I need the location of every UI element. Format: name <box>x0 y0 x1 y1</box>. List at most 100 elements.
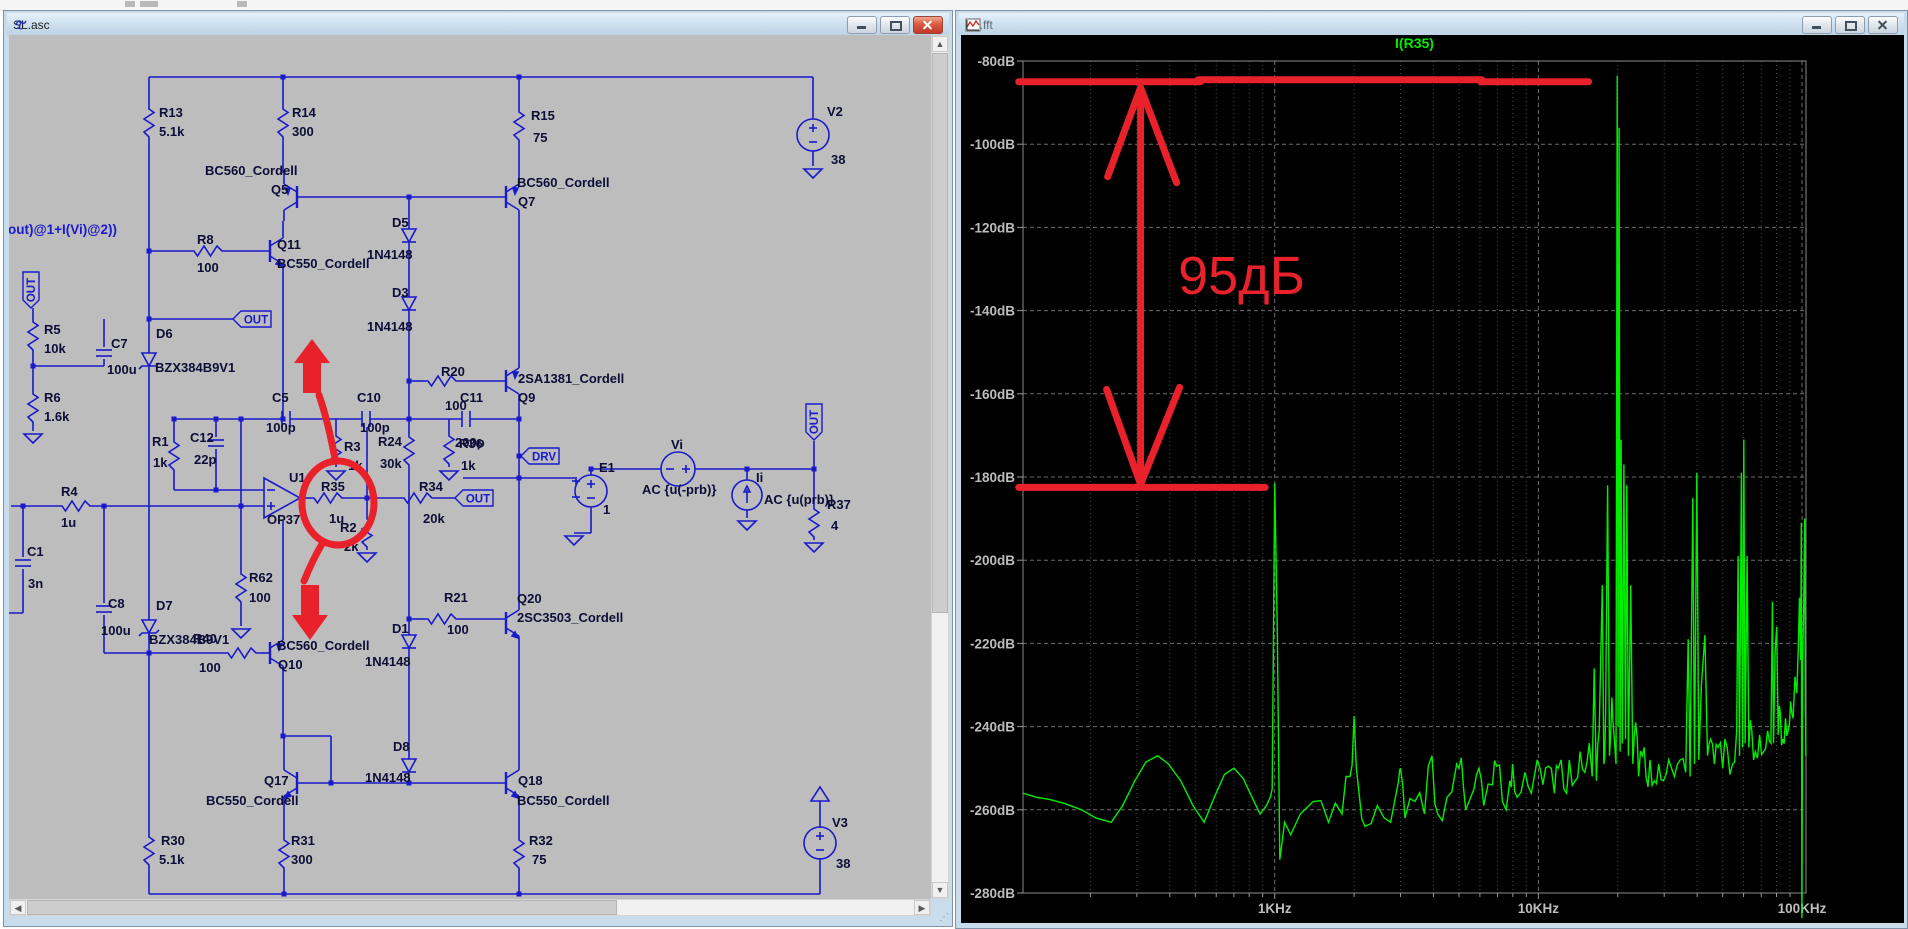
svg-text:C10: C10 <box>357 390 381 405</box>
toolbar-fragment <box>125 1 135 7</box>
svg-text:1u: 1u <box>61 515 76 530</box>
svg-text:AC {u(prb)}: AC {u(prb)} <box>764 492 834 507</box>
svg-text:AC {u(-prb)}: AC {u(-prb)} <box>642 482 716 497</box>
svg-text:R35: R35 <box>321 479 345 494</box>
svg-text:BC550_Cordell: BC550_Cordell <box>277 256 369 271</box>
svg-text:-80dB: -80dB <box>977 54 1015 69</box>
svg-text:1k: 1k <box>461 458 476 473</box>
svg-text:1KHz: 1KHz <box>1258 901 1292 916</box>
svg-text:Q11: Q11 <box>277 237 301 252</box>
desktop: { "left_window": { "title": "SL.asc", "s… <box>0 0 1908 929</box>
svg-text:Q5: Q5 <box>271 182 288 197</box>
net-flags: OUT OUT DRV OUT OUT <box>22 271 823 507</box>
hscroll-thumb[interactable] <box>27 900 617 915</box>
schematic-hscrollbar[interactable]: ◀ ▶ <box>9 899 931 916</box>
svg-text:R1: R1 <box>152 434 169 449</box>
vscroll-thumb[interactable] <box>932 53 948 613</box>
maximize-button[interactable] <box>880 16 910 34</box>
svg-text:Q9: Q9 <box>518 390 535 405</box>
svg-text:R31: R31 <box>291 833 315 848</box>
svg-text:C1: C1 <box>27 544 44 559</box>
svg-text:Q17: Q17 <box>264 773 289 788</box>
svg-text:3n: 3n <box>28 576 43 591</box>
svg-text:1N4148: 1N4148 <box>365 770 411 785</box>
svg-text:Vi: Vi <box>671 437 683 452</box>
svg-text:C7: C7 <box>111 336 128 351</box>
svg-text:Q7: Q7 <box>518 194 535 209</box>
svg-text:1N4148: 1N4148 <box>367 247 413 262</box>
trace-name[interactable]: I(R35) <box>1395 35 1434 51</box>
svg-text:DRV: DRV <box>532 452 556 464</box>
schematic-vscrollbar[interactable]: ▲ ▼ <box>931 35 949 899</box>
svg-text:-160dB: -160dB <box>970 387 1015 402</box>
svg-text:OUT: OUT <box>466 494 490 506</box>
close-button[interactable] <box>1868 16 1898 34</box>
svg-text:V3: V3 <box>832 815 848 830</box>
svg-text:100: 100 <box>197 260 219 275</box>
svg-text:D3: D3 <box>392 285 409 300</box>
svg-text:R30: R30 <box>161 833 185 848</box>
schematic-canvas-area[interactable]: OUT OUT DRV OUT OUT R13 5.1k R14 300 R15 75 V2 38 BC5… <box>9 35 931 899</box>
minimize-button[interactable] <box>847 16 877 34</box>
svg-text:R32: R32 <box>529 833 553 848</box>
svg-text:R40: R40 <box>193 631 217 646</box>
svg-text:OUT: OUT <box>26 278 38 302</box>
schematic-window: SL.asc OUT OUT DRV OUT OUT R13 5.1k R14 300 R15 75… <box>3 10 953 927</box>
schematic-canvas[interactable]: OUTOUTDRVOUTOUTR135.1kR14300R1575V238BC5… <box>9 35 931 899</box>
svg-text:E1: E1 <box>599 460 615 475</box>
fft-window-icon <box>965 18 981 31</box>
svg-text:75: 75 <box>533 130 547 145</box>
resize-grip[interactable]: ⋰ <box>939 913 949 923</box>
scroll-right-icon[interactable]: ▶ <box>914 900 930 915</box>
svg-text:BZX384B9V1: BZX384B9V1 <box>155 360 235 375</box>
svg-text:100: 100 <box>199 660 221 675</box>
svg-text:R14: R14 <box>292 105 317 120</box>
minimize-button[interactable] <box>1802 16 1832 34</box>
svg-text:D8: D8 <box>393 739 410 754</box>
svg-text:BC550_Cordell: BC550_Cordell <box>517 793 609 808</box>
svg-text:-280dB: -280dB <box>970 886 1015 901</box>
scroll-up-icon[interactable]: ▲ <box>932 36 948 52</box>
svg-text:1k: 1k <box>153 455 168 470</box>
scroll-down-icon[interactable]: ▼ <box>932 882 948 898</box>
svg-text:1N4148: 1N4148 <box>365 654 411 669</box>
svg-text:R37: R37 <box>827 497 851 512</box>
svg-text:R4: R4 <box>61 484 78 499</box>
svg-text:1N4148: 1N4148 <box>367 319 413 334</box>
maximize-button[interactable] <box>1835 16 1865 34</box>
fft-titlebar[interactable]: SL.fft <box>959 13 1904 36</box>
svg-text:R6: R6 <box>44 390 61 405</box>
fft-plot-area[interactable]: -80dB -100dB -120dB -140dB -160dB -180dB -200d… <box>961 35 1904 923</box>
svg-text:10k: 10k <box>44 341 66 356</box>
svg-text:C11: C11 <box>460 390 483 405</box>
svg-text:2SC3503_Cordell: 2SC3503_Cordell <box>517 610 623 625</box>
svg-text:75: 75 <box>532 852 546 867</box>
svg-text:R21: R21 <box>444 590 468 605</box>
svg-text:4: 4 <box>831 518 839 533</box>
svg-text:Q20: Q20 <box>517 591 542 606</box>
schematic-titlebar[interactable]: SL.asc <box>7 13 949 36</box>
svg-text:Ii: Ii <box>756 470 763 485</box>
svg-text:BC550_Cordell: BC550_Cordell <box>206 793 298 808</box>
svg-text:Q18: Q18 <box>518 773 543 788</box>
svg-text:38: 38 <box>836 856 850 871</box>
svg-text:-140dB: -140dB <box>970 304 1015 319</box>
svg-text:-100dB: -100dB <box>970 137 1015 152</box>
svg-text:R34: R34 <box>419 479 444 494</box>
svg-text:22p: 22p <box>194 452 216 467</box>
svg-text:1: 1 <box>603 502 610 517</box>
svg-text:-180dB: -180dB <box>970 470 1015 485</box>
svg-text:D6: D6 <box>156 326 173 341</box>
svg-text:100: 100 <box>249 590 271 605</box>
scroll-left-icon[interactable]: ◀ <box>10 900 26 915</box>
svg-text:C12: C12 <box>190 430 214 445</box>
svg-text:BC560_Cordell: BC560_Cordell <box>205 163 297 178</box>
toolbar-fragment <box>237 1 247 7</box>
svg-text:2SA1381_Cordell: 2SA1381_Cordell <box>518 371 624 386</box>
svg-text:BZX384B9V1: BZX384B9V1 <box>149 632 229 647</box>
fft-canvas[interactable]: -80dB -100dB -120dB -140dB -160dB -180dB -200d… <box>961 35 1904 923</box>
schematic-labels: R135.1kR14300R1575V238BC560_CordellQ5 BC5… <box>9 104 851 871</box>
svg-text:300: 300 <box>292 124 314 139</box>
close-button[interactable] <box>913 16 943 34</box>
svg-text:R8: R8 <box>197 232 214 247</box>
